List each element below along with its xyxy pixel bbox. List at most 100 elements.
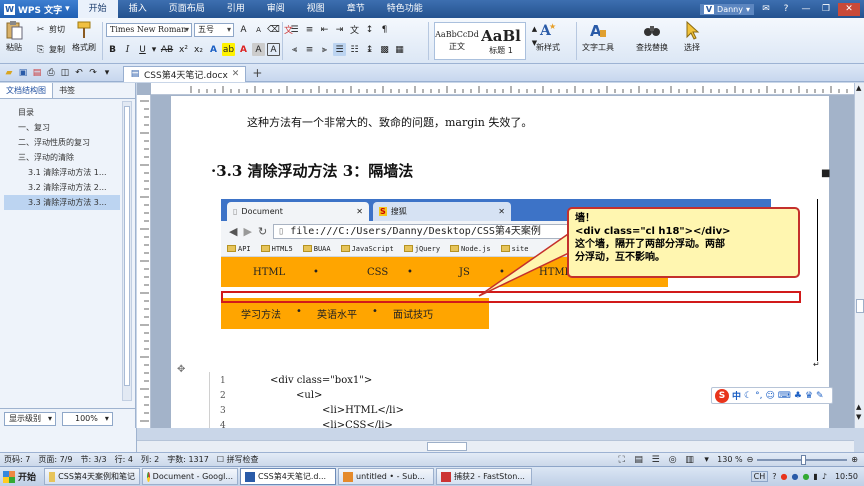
style-normal[interactable]: AaBbCcDd 正文: [435, 23, 479, 59]
line-spacing-icon[interactable]: ↨: [363, 43, 376, 56]
taskbar-item[interactable]: Document - Googl...: [142, 468, 239, 485]
taskbar-item[interactable]: 捕获2 - FastSton...: [436, 468, 533, 485]
menu-view[interactable]: 视图: [296, 0, 336, 18]
italic-icon[interactable]: I: [121, 43, 134, 56]
page-view-icon[interactable]: ▤: [632, 453, 645, 466]
chevron-down-icon[interactable]: ▾: [700, 453, 713, 466]
paste-button[interactable]: 粘贴: [4, 20, 24, 53]
copy-button[interactable]: ⎘ 复制: [34, 43, 65, 56]
underline-icon[interactable]: U: [136, 43, 149, 56]
prev-page-icon[interactable]: ▲: [856, 403, 861, 411]
language-indicator[interactable]: CH: [750, 471, 769, 482]
app-menu-button[interactable]: W WPS 文字 ▾: [0, 0, 78, 18]
restore-button[interactable]: ❐: [818, 3, 834, 16]
shading-icon[interactable]: ▩: [378, 43, 391, 56]
increase-indent-icon[interactable]: ⇥: [333, 23, 346, 36]
sort-icon[interactable]: ↕: [363, 23, 376, 36]
zoom-level[interactable]: 130 %: [717, 455, 742, 464]
full-screen-icon[interactable]: ⛶: [615, 453, 628, 466]
undo-icon[interactable]: ↶: [73, 67, 85, 79]
zoom-out-icon[interactable]: ⊖: [747, 455, 754, 464]
panel-scrollbar[interactable]: [122, 101, 132, 401]
code-line[interactable]: <ul>: [296, 390, 322, 401]
clock[interactable]: 10:50: [835, 472, 858, 481]
distributed-icon[interactable]: ☷: [348, 43, 361, 56]
outline-item[interactable]: 3.2 清除浮动方法 2...: [4, 180, 120, 195]
align-center-icon[interactable]: ≡: [303, 43, 316, 56]
close-tab-icon[interactable]: ✕: [232, 69, 240, 79]
sogou-tray-icon[interactable]: ●: [780, 472, 787, 481]
menu-insert[interactable]: 插入: [118, 0, 158, 18]
format-painter-button[interactable]: 格式刷: [72, 20, 96, 53]
grow-font-icon[interactable]: A: [237, 23, 250, 36]
tab-bookmarks[interactable]: 书签: [53, 83, 81, 98]
spell-check-toggle[interactable]: ☐ 拼写检查: [213, 454, 263, 465]
next-page-icon[interactable]: ▼: [856, 413, 861, 421]
close-button[interactable]: ✕: [838, 2, 860, 16]
scroll-thumb[interactable]: [856, 299, 864, 313]
taskbar-item[interactable]: untitled • - Sub...: [338, 468, 435, 485]
paragraph[interactable]: 这种方法有一个非常大的、致命的问题，margin 失效了。: [247, 114, 532, 130]
find-replace-button[interactable]: 查找替换: [636, 20, 668, 53]
move-handle-icon[interactable]: ✥: [177, 364, 185, 375]
taskbar-item[interactable]: CSS第4天案例和笔记: [44, 468, 141, 485]
char-border-icon[interactable]: A: [267, 43, 280, 56]
subscript-icon[interactable]: x₂: [192, 43, 205, 56]
menu-section[interactable]: 章节: [336, 0, 376, 18]
outline-item[interactable]: 一、复习: [4, 120, 120, 135]
bullets-icon[interactable]: ☰: [288, 23, 301, 36]
new-tab-icon[interactable]: +: [252, 66, 262, 80]
start-button[interactable]: 开始: [0, 468, 42, 486]
style-heading1[interactable]: AaBl 标题 1: [479, 23, 523, 59]
help-icon[interactable]: ?: [772, 472, 776, 481]
outline-view-icon[interactable]: ☰: [649, 453, 662, 466]
outline-item[interactable]: 二、浮动性质的复习: [4, 135, 120, 150]
callout-box[interactable]: 墙！ <div class="cl h18"></div> 这个墙，隔开了两部分…: [567, 207, 800, 278]
redo-icon[interactable]: ↷: [87, 67, 99, 79]
print-preview-icon[interactable]: ◫: [59, 67, 71, 79]
shrink-font-icon[interactable]: A: [252, 23, 265, 36]
user-account[interactable]: V Danny ▾: [699, 3, 754, 15]
open-folder-icon[interactable]: ▰: [3, 67, 15, 79]
web-view-icon[interactable]: ◎: [666, 453, 679, 466]
outline-item[interactable]: 三、浮动的清除: [4, 150, 120, 165]
status-section[interactable]: 节: 3/3: [76, 454, 110, 465]
menu-features[interactable]: 特色功能: [376, 0, 434, 18]
volume-icon[interactable]: ♪: [822, 472, 827, 481]
show-marks-icon[interactable]: ¶: [378, 23, 391, 36]
zoom-in-icon[interactable]: ⊕: [851, 455, 858, 464]
vertical-scrollbar[interactable]: ▲ ▲ ▼: [854, 83, 864, 428]
strikethrough-icon[interactable]: AB: [159, 43, 175, 56]
cut-button[interactable]: ✂ 剪切: [34, 23, 65, 36]
font-color-icon[interactable]: A: [237, 43, 250, 56]
outline-item-selected[interactable]: 3.3 清除浮动方法 3...: [4, 195, 120, 210]
minimize-button[interactable]: —: [798, 3, 814, 16]
align-right-icon[interactable]: ⫸: [318, 43, 331, 56]
doc-tab[interactable]: ▤ CSS第4天笔记.docx ✕: [123, 65, 247, 82]
clear-format-icon[interactable]: ⌫: [267, 23, 280, 36]
reading-view-icon[interactable]: ▥: [683, 453, 696, 466]
new-style-button[interactable]: A ★ 新样式: [536, 20, 560, 53]
settings-tray-icon[interactable]: ●: [791, 472, 798, 481]
select-button[interactable]: 选择: [682, 20, 702, 53]
display-level-select[interactable]: 显示级别: [4, 411, 56, 426]
horizontal-ruler[interactable]: [151, 83, 854, 95]
status-pages[interactable]: 页面: 7/9: [34, 454, 76, 465]
code-line[interactable]: <div class="box1">: [270, 375, 372, 386]
outline-item[interactable]: 3.1 清除浮动方法 1...: [4, 165, 120, 180]
chinese-layout-icon[interactable]: 文: [348, 23, 361, 36]
menu-references[interactable]: 引用: [216, 0, 256, 18]
help-icon[interactable]: ?: [778, 3, 794, 16]
export-pdf-icon[interactable]: ▤: [31, 67, 43, 79]
borders-icon[interactable]: ▦: [393, 43, 406, 56]
justify-icon[interactable]: ☰: [333, 43, 346, 56]
bold-icon[interactable]: B: [106, 43, 119, 56]
code-line[interactable]: <li>HTML</li>: [322, 405, 404, 416]
document-page[interactable]: 这种方法有一个非常大的、致命的问题，margin 失效了。 ·3.3 清除浮动方…: [171, 96, 830, 428]
input-method-toolbar[interactable]: S 中 ☾ °, ☺ ⌨ ♣ ♛ ✎: [711, 387, 833, 404]
menu-home[interactable]: 开始: [77, 0, 118, 18]
highlight-icon[interactable]: ab: [222, 43, 235, 56]
outline-item[interactable]: 目录: [4, 105, 120, 120]
numbering-icon[interactable]: ≡: [303, 23, 316, 36]
chevron-down-icon[interactable]: ▾: [101, 67, 113, 79]
